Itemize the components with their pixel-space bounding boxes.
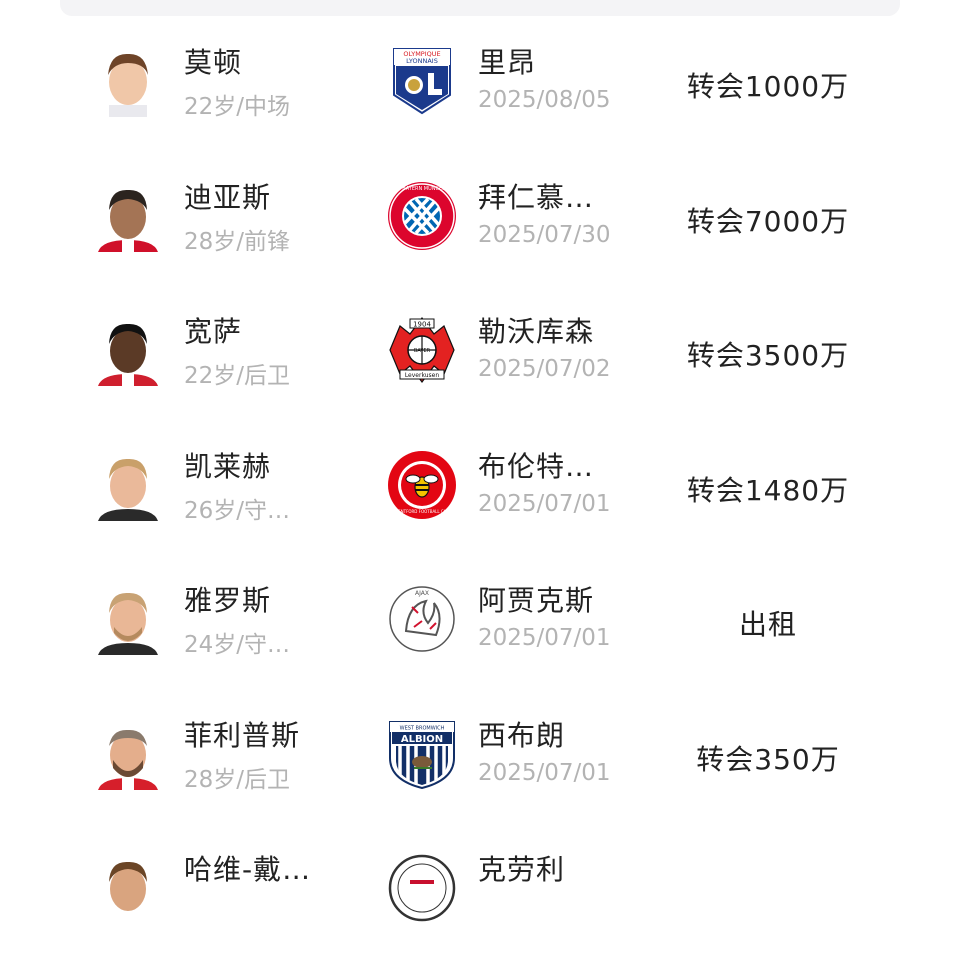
player-avatar [96,449,160,521]
transfer-date: 2025/07/30 [478,221,611,248]
player-avatar [96,45,160,117]
transfer-list: 莫顿 22岁/中场 OLYMPIQUE LYONNAIS OL 里昂 2025/… [0,15,960,957]
player-avatar [96,718,160,790]
player-name: 凯莱赫 [184,449,272,483]
club-name: 勒沃库森 [478,315,595,348]
club-name: 阿贾克斯 [478,584,595,617]
player-meta: 28岁/后卫 [184,766,291,793]
transfer-fee: 出租 [738,608,797,641]
west-brom-badge-text: ALBION [401,734,443,745]
transfer-row[interactable]: 菲利普斯 28岁/后卫 WEST BROMWICH ALBION 西布朗 202… [0,688,960,823]
transfer-row[interactable]: 哈维-戴… 克劳利 [0,822,960,957]
club-name: 里昂 [478,46,537,79]
west-brom-badge-icon: WEST BROMWICH ALBION [386,718,458,790]
transfer-fee: 转会1480万 [686,473,850,507]
player-name: 菲利普斯 [184,718,301,752]
club-name: 克劳利 [478,853,566,886]
leverkusen-badge-text: Leverkusen [405,372,440,379]
brentford-badge-icon: BRENTFORD FOOTBALL CLUB [386,449,458,521]
ajax-badge-text: AJAX [415,590,429,597]
transfer-row[interactable]: 莫顿 22岁/中场 OLYMPIQUE LYONNAIS OL 里昂 2025/… [0,15,960,150]
west-brom-badge-text: WEST BROMWICH [400,725,445,731]
player-name: 雅罗斯 [184,584,272,617]
club-name: 拜仁慕… [478,180,595,214]
transfer-row[interactable]: 宽萨 22岁/后卫 1904 BAYER Leverkusen 勒沃库森 202… [0,284,960,419]
player-avatar [96,180,160,252]
card-top-edge [60,0,900,16]
transfer-date: 2025/08/05 [478,87,611,113]
player-meta: 24岁/守… [184,632,291,658]
brentford-badge-text: BRENTFORD FOOTBALL CLUB [393,509,452,514]
player-name: 哈维-戴… [184,853,312,886]
player-meta: 22岁/后卫 [184,363,291,389]
lyon-badge-text: LYONNAIS [406,57,438,65]
player-name: 迪亚斯 [184,180,272,214]
leverkusen-badge-text: 1904 [413,321,431,329]
ajax-badge-icon: AJAX [386,583,458,655]
transfer-row[interactable]: 凯莱赫 26岁/守… BRENTFORD FOOTBALL CLUB 布伦特… … [0,419,960,554]
player-name: 宽萨 [184,315,243,348]
bayern-badge-icon: FC BAYERN MÜNCHEN [386,180,458,252]
transfer-fee: 转会7000万 [686,204,850,238]
leverkusen-badge-text: BAYER [414,348,431,354]
transfer-date: 2025/07/01 [478,490,611,517]
transfer-row[interactable]: 迪亚斯 28岁/前锋 FC BAYERN MÜNCHEN 拜仁慕… 2025/0… [0,150,960,285]
transfer-row[interactable]: 雅罗斯 24岁/守… AJAX 阿贾克斯 2025/07/01 出租 [0,553,960,688]
transfer-date: 2025/07/02 [478,356,611,382]
transfer-fee: 转会1000万 [686,70,850,103]
player-avatar [96,314,160,386]
transfer-fee: 转会3500万 [686,339,850,372]
club-name: 布伦特… [478,449,595,483]
player-name: 莫顿 [184,46,243,79]
lyon-badge-icon: OLYMPIQUE LYONNAIS OL [386,45,458,117]
player-meta: 22岁/中场 [184,94,291,120]
transfer-fee: 转会350万 [696,742,840,776]
player-meta: 26岁/守… [184,497,291,524]
player-meta: 28岁/前锋 [184,228,291,255]
club-name: 西布朗 [478,718,566,752]
player-avatar [96,583,160,655]
transfer-date: 2025/07/01 [478,625,611,651]
bayern-badge-text: FC BAYERN MÜNCHEN [394,185,450,192]
transfer-date: 2025/07/01 [478,759,611,786]
crawley-badge-icon [386,852,458,924]
leverkusen-badge-icon: 1904 BAYER Leverkusen [386,314,458,386]
player-avatar [96,852,160,924]
